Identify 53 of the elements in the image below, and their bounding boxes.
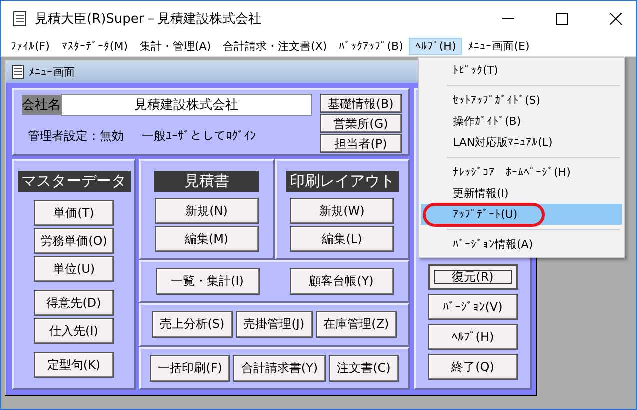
menu-item[interactable]: ｱｯﾌﾟﾃﾞｰﾄ(U) <box>421 204 622 225</box>
master-button[interactable]: 定型句(K) <box>34 352 114 378</box>
section-heading: 印刷レイアウト <box>286 171 399 192</box>
window-title: 見積大臣(R)Super－見積建設株式会社 <box>35 11 262 28</box>
menu-item[interactable]: ﾌｧｲﾙ(F) <box>5 38 56 55</box>
estimate-button[interactable]: 新規(N) <box>154 198 259 224</box>
menu-button[interactable]: ﾊﾞｰｼﾞｮﾝ(V) <box>428 294 518 320</box>
function-button[interactable]: 売掛管理(J) <box>236 311 313 338</box>
menu-item[interactable]: ﾄﾋﾟｯｸ(T) <box>421 60 622 81</box>
function-button[interactable]: 合計請求書(Y) <box>233 354 326 382</box>
function-button[interactable]: 顧客台帳(Y) <box>290 268 394 296</box>
menu-item[interactable]: ﾒﾆｭｰ画面(E) <box>462 37 536 56</box>
function-button[interactable]: 注文書(C) <box>329 354 399 382</box>
master-button[interactable]: 労務単価(O) <box>34 228 114 254</box>
master-button[interactable]: 得意先(D) <box>34 290 114 316</box>
menu-item[interactable]: 集計・管理(A) <box>134 37 218 56</box>
menu-button[interactable]: 復元(R) <box>428 264 518 290</box>
print-layout-button[interactable]: 新規(W) <box>290 198 394 224</box>
document-icon <box>12 65 24 79</box>
child-window-title: ﾒﾆｭｰ画面 <box>29 64 75 80</box>
master-button[interactable]: 仕入先(I) <box>34 318 114 344</box>
menu-item[interactable]: ﾍﾙﾌﾟ(H) <box>409 38 462 55</box>
company-field[interactable]: 見積建設株式会社 <box>61 94 312 116</box>
login-mode-text: 一般ﾕｰｻﾞとしてﾛｸﾞｲﾝ <box>142 128 256 145</box>
menu-item[interactable]: ﾏｽﾀｰﾃﾞｰﾀ(M) <box>56 38 134 55</box>
menu-item[interactable]: 操作ｶﾞｲﾄﾞ(B) <box>421 111 622 132</box>
menu-item[interactable]: ﾊﾞｯｸｱｯﾌﾟ(B) <box>333 38 410 55</box>
menu-button[interactable]: 終了(Q) <box>428 354 518 380</box>
menu-item[interactable]: LAN対応版ﾏﾆｭｱﾙ(L) <box>421 132 622 153</box>
menu-button[interactable]: ﾍﾙﾌﾟ(H) <box>428 324 518 350</box>
info-button[interactable]: 基礎情報(B) <box>320 94 402 113</box>
company-label: 会社名 <box>22 95 61 115</box>
function-button[interactable]: 一括印刷(F) <box>150 354 230 382</box>
function-button[interactable]: 在庫管理(Z) <box>316 311 398 338</box>
maximize-icon[interactable] <box>556 13 568 25</box>
menu-item[interactable]: 更新情報(I) <box>421 183 622 204</box>
function-button[interactable]: 売上分析(S) <box>152 311 233 338</box>
info-button[interactable]: 営業所(G) <box>320 114 402 133</box>
menu-item[interactable]: ﾊﾞｰｼﾞｮﾝ情報(A) <box>421 234 622 255</box>
estimate-button[interactable]: 編集(M) <box>154 226 259 252</box>
info-button[interactable]: 担当者(P) <box>320 134 402 153</box>
master-button[interactable]: 単位(U) <box>34 256 114 282</box>
print-layout-button[interactable]: 編集(L) <box>290 226 394 252</box>
document-icon <box>13 11 27 27</box>
function-button[interactable]: 一覧・集計(I) <box>156 268 260 296</box>
admin-setting-text: 管理者設定：無効 <box>28 128 124 145</box>
section-heading: 見積書 <box>154 171 260 192</box>
menu-item[interactable]: ﾅﾚｯｼﾞｺｱ ﾎｰﾑﾍﾟｰｼﾞ(H) <box>421 162 622 183</box>
menu-item[interactable]: 合計請求・注文書(X) <box>217 37 334 56</box>
close-icon[interactable] <box>610 13 622 25</box>
master-button[interactable]: 単価(T) <box>34 200 114 226</box>
section-heading: マスターデータ <box>18 171 130 192</box>
menu-item[interactable]: ｾｯﾄｱｯﾌﾟｶﾞｲﾄﾞ(S) <box>421 90 622 111</box>
